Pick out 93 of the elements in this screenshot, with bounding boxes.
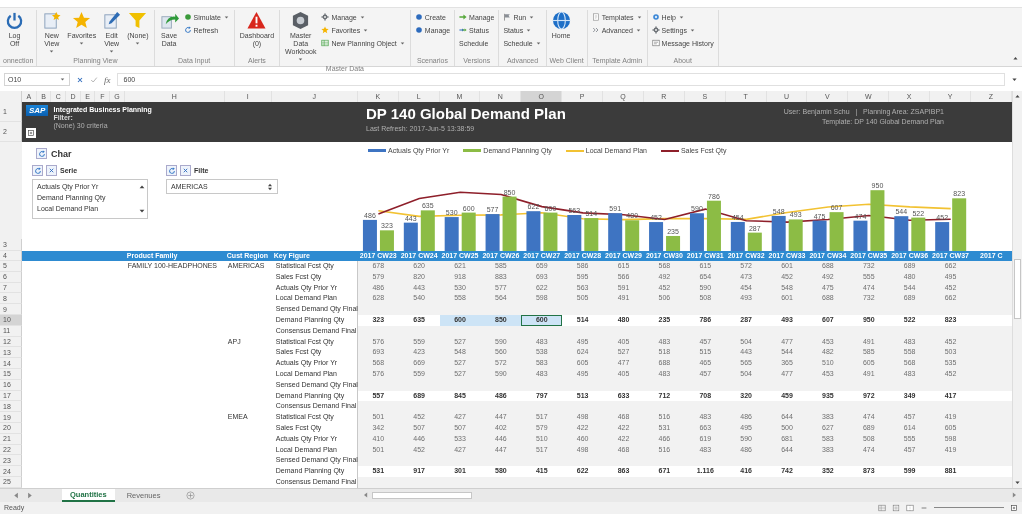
bar: [706, 200, 721, 251]
down-arrow-icon[interactable]: [1011, 76, 1018, 83]
scroll-thumb[interactable]: [1014, 259, 1021, 320]
refresh-button[interactable]: [166, 165, 177, 176]
funnel-icon: [128, 11, 148, 30]
star-icon: [72, 11, 92, 30]
chevron-icon: [591, 26, 600, 34]
expand-icon: [27, 129, 35, 137]
vertical-scrollbar[interactable]: [1012, 91, 1022, 488]
bar: [747, 232, 762, 251]
refresh-button[interactable]: [32, 165, 43, 176]
next-sheet-button[interactable]: [25, 490, 34, 500]
bar: [461, 212, 476, 251]
normal-view-icon[interactable]: [878, 503, 886, 512]
bar: [584, 218, 599, 251]
right-arrow-icon: [25, 490, 34, 500]
bar: [502, 196, 517, 251]
bar: [771, 215, 786, 251]
up-arrow-icon[interactable]: [138, 183, 146, 191]
bar: [870, 190, 885, 251]
spin-icon[interactable]: [266, 182, 274, 191]
close-icon: [76, 75, 84, 84]
power-icon: [5, 11, 24, 30]
bar: [403, 222, 418, 251]
down-arrow-icon: [1014, 478, 1021, 486]
bar: [853, 220, 868, 251]
bar: [362, 219, 377, 251]
down-arrow-icon[interactable]: [138, 207, 146, 215]
left-arrow-icon[interactable]: [362, 491, 370, 500]
help-icon: [651, 13, 660, 21]
bar: [608, 213, 623, 251]
new-document-icon: [42, 11, 62, 30]
arrow-icon: [459, 13, 468, 21]
bar: [911, 217, 926, 251]
sap-logo: SAP: [26, 105, 49, 116]
star-icon: [321, 26, 330, 34]
close-icon: [182, 167, 189, 174]
bar: [894, 216, 909, 251]
check-icon: [90, 75, 98, 84]
add-sheet-button[interactable]: [186, 490, 196, 500]
right-arrow-icon[interactable]: [1010, 491, 1018, 500]
document-icon: [591, 13, 600, 21]
edit-document-icon: [102, 11, 122, 30]
left-arrow-icon: [12, 490, 21, 500]
message-icon: [651, 39, 660, 47]
page-layout-icon[interactable]: [892, 503, 900, 512]
previous-sheet-button[interactable]: [12, 490, 21, 500]
refresh-icon: [167, 166, 176, 175]
char-button[interactable]: [36, 148, 47, 159]
table-icon: [321, 39, 330, 47]
char-label: Char: [51, 148, 72, 159]
bar: [935, 222, 950, 251]
bar: [689, 213, 704, 251]
expand-icon[interactable]: [1010, 503, 1018, 512]
bar: [730, 221, 745, 251]
bar: [420, 210, 435, 251]
warning-icon: [247, 11, 267, 30]
close-button[interactable]: [46, 165, 57, 176]
bar: [625, 220, 640, 251]
bar: [485, 214, 500, 251]
circle-icon: [414, 26, 423, 34]
close-icon: [48, 167, 55, 174]
bar: [649, 222, 664, 251]
bar: [526, 211, 541, 251]
add-icon: [186, 490, 196, 500]
bar: [788, 219, 803, 251]
refresh-icon: [183, 26, 192, 34]
expand-button[interactable]: [26, 128, 36, 138]
arrows-icon: [459, 26, 468, 34]
bar: [379, 230, 394, 251]
bar: [543, 212, 558, 251]
bar: [444, 217, 459, 251]
gear-icon: [651, 26, 660, 34]
bar: [829, 212, 844, 251]
close-button[interactable]: [180, 165, 191, 176]
scroll-thumb[interactable]: [372, 491, 472, 499]
up-arrow-icon: [1014, 93, 1021, 100]
gear-icon: [321, 13, 330, 21]
bar: [812, 220, 827, 251]
bar: [952, 198, 967, 251]
bar: [567, 214, 582, 251]
circle-icon: [414, 13, 423, 21]
cube-icon: [291, 11, 311, 30]
globe-icon: [551, 11, 571, 30]
caret-icon: [59, 76, 66, 83]
flag-icon: [503, 13, 512, 21]
curved-arrow-icon: [159, 11, 179, 30]
up-arrow-icon[interactable]: [1012, 55, 1019, 62]
circle-icon: [183, 13, 192, 21]
bar: [666, 235, 681, 251]
function-label: fx: [104, 74, 111, 85]
page-break-icon[interactable]: [906, 503, 914, 512]
report-title: DP 140 Global Demand Plan: [366, 106, 566, 122]
